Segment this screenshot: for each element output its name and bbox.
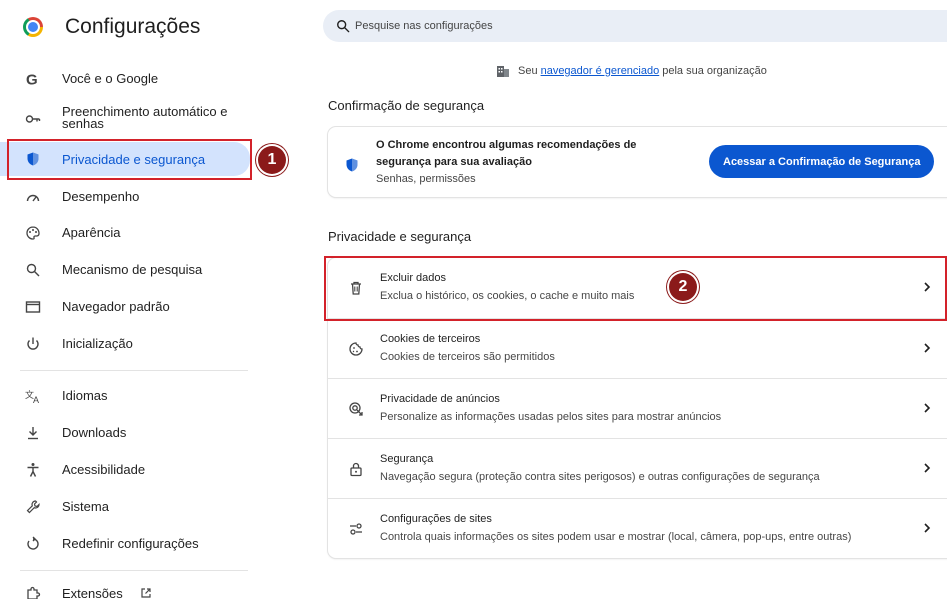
sidebar-item-mecanismo[interactable]: Mecanismo de pesquisa bbox=[0, 259, 250, 281]
sidebar-item-idiomas[interactable]: 文A Idiomas bbox=[0, 385, 250, 407]
sidebar-item-label: Navegador padrão bbox=[62, 299, 170, 314]
sidebar-item-desempenho[interactable]: Desempenho bbox=[0, 186, 250, 208]
shield-icon bbox=[346, 158, 358, 172]
sidebar-item-sistema[interactable]: Sistema bbox=[0, 496, 250, 518]
row-title: Cookies de terceiros bbox=[380, 333, 481, 345]
sidebar-item-acessibilidade[interactable]: Acessibilidade bbox=[0, 459, 250, 481]
chevron-right-icon bbox=[924, 403, 931, 413]
google-icon: G bbox=[25, 71, 41, 88]
search-icon bbox=[337, 20, 350, 33]
wrench-icon bbox=[25, 499, 41, 515]
download-icon bbox=[25, 425, 41, 441]
sidebar-item-label: Você e o Google bbox=[62, 71, 159, 86]
sidebar-item-label: Desempenho bbox=[62, 189, 140, 204]
palette-icon bbox=[25, 225, 41, 241]
accessibility-icon bbox=[25, 462, 41, 478]
sidebar-item-label: Downloads bbox=[62, 425, 127, 440]
chrome-logo-icon bbox=[23, 17, 43, 37]
chevron-right-icon bbox=[924, 463, 931, 473]
sidebar-item-preenchimento[interactable]: Preenchimento automático e senhas bbox=[0, 104, 250, 134]
sidebar-item-label: Sistema bbox=[62, 499, 109, 514]
sidebar-item-label: Idiomas bbox=[62, 388, 108, 403]
privacy-section-title: Privacidade e segurança bbox=[328, 229, 472, 244]
sidebar-item-label: Acessibilidade bbox=[62, 462, 146, 477]
row-title: Configurações de sites bbox=[380, 513, 492, 525]
sidebar-item-label: Inicialização bbox=[62, 336, 133, 351]
row-cookies[interactable]: Cookies de terceiros Cookies de terceiro… bbox=[328, 318, 947, 378]
cookie-icon bbox=[348, 341, 364, 357]
sidebar-item-redefinir[interactable]: Redefinir configurações bbox=[0, 533, 250, 555]
row-configuracoes-sites[interactable]: Configurações de sites Controla quais in… bbox=[328, 498, 947, 558]
managed-notice: Seu navegador é gerenciado pela sua orga… bbox=[496, 64, 767, 78]
sidebar-item-label: Preenchimento automático e senhas bbox=[62, 104, 228, 131]
key-icon bbox=[25, 111, 41, 127]
safety-check-card: O Chrome encontrou algumas recomendações… bbox=[328, 127, 947, 197]
translate-icon: 文A bbox=[25, 388, 41, 404]
sidebar-item-navegador-padrao[interactable]: Navegador padrão bbox=[0, 296, 250, 318]
row-title: Segurança bbox=[380, 453, 434, 465]
row-seguranca[interactable]: Segurança Navegação segura (proteção con… bbox=[328, 438, 947, 498]
search-icon bbox=[25, 262, 41, 278]
svg-text:G: G bbox=[26, 72, 38, 88]
managed-link[interactable]: navegador é gerenciado bbox=[541, 65, 660, 77]
safety-check-section-title: Confirmação de segurança bbox=[328, 98, 485, 113]
lock-icon bbox=[348, 461, 364, 477]
annotation-badge-1: 1 bbox=[258, 146, 286, 174]
speedometer-icon bbox=[25, 189, 41, 205]
sidebar-item-inicializacao[interactable]: Inicialização bbox=[0, 333, 250, 355]
ad-privacy-icon bbox=[348, 401, 364, 417]
row-subtitle: Controla quais informações os sites pode… bbox=[380, 531, 852, 543]
power-icon bbox=[25, 336, 41, 352]
safety-check-message: O Chrome encontrou algumas recomendações… bbox=[376, 139, 637, 168]
annotation-box-2 bbox=[324, 256, 947, 321]
row-title: Privacidade de anúncios bbox=[380, 393, 500, 405]
sidebar-item-aparencia[interactable]: Aparência bbox=[0, 222, 250, 244]
safety-check-details: Senhas, permissões bbox=[376, 173, 476, 185]
sidebar-item-label: Redefinir configurações bbox=[62, 536, 199, 551]
reset-icon bbox=[25, 536, 41, 552]
search-input[interactable] bbox=[355, 10, 915, 42]
browser-window-icon bbox=[25, 299, 41, 315]
external-link-icon bbox=[141, 588, 151, 598]
search-bar[interactable] bbox=[323, 10, 947, 42]
row-subtitle: Personalize as informações usadas pelos … bbox=[380, 411, 722, 423]
building-icon bbox=[497, 66, 509, 77]
sidebar-item-extensoes[interactable]: Extensões bbox=[0, 583, 250, 599]
sliders-icon bbox=[348, 521, 364, 537]
row-subtitle: Cookies de terceiros são permitidos bbox=[380, 351, 555, 363]
page-title: Configurações bbox=[65, 15, 201, 38]
chevron-right-icon bbox=[924, 343, 931, 353]
annotation-box-1 bbox=[7, 139, 252, 180]
managed-prefix: Seu bbox=[518, 65, 538, 77]
sidebar-item-label: Aparência bbox=[62, 225, 121, 240]
row-subtitle: Navegação segura (proteção contra sites … bbox=[380, 471, 820, 483]
row-privacidade-anuncios[interactable]: Privacidade de anúncios Personalize as i… bbox=[328, 378, 947, 438]
annotation-badge-2: 2 bbox=[669, 273, 697, 301]
sidebar-item-downloads[interactable]: Downloads bbox=[0, 422, 250, 444]
managed-suffix: pela sua organização bbox=[662, 65, 767, 77]
safety-check-button[interactable]: Acessar a Confirmação de Segurança bbox=[709, 145, 935, 178]
sidebar-item-voce-e-o-google[interactable]: G Você e o Google bbox=[0, 68, 250, 90]
svg-text:A: A bbox=[33, 395, 39, 404]
sidebar-item-label: Mecanismo de pesquisa bbox=[62, 262, 203, 277]
sidebar-divider bbox=[20, 370, 248, 371]
chevron-right-icon bbox=[924, 523, 931, 533]
sidebar-divider bbox=[20, 570, 248, 571]
puzzle-icon bbox=[25, 586, 41, 599]
sidebar-item-label: Extensões bbox=[62, 586, 123, 599]
